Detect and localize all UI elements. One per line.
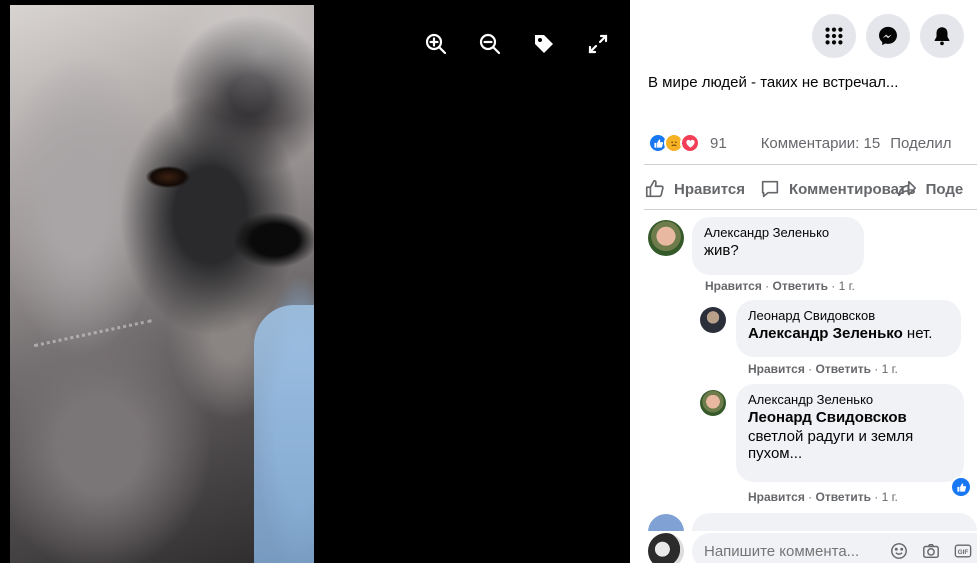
- fullscreen-icon[interactable]: [582, 28, 614, 60]
- post-actions: Нравится Комментировать Поде: [644, 170, 977, 208]
- emoji-icon[interactable]: [888, 540, 910, 562]
- photo-sleeve: [254, 305, 314, 563]
- reply-mention[interactable]: Александр Зеленько: [748, 325, 903, 342]
- top-bar: [630, 0, 977, 70]
- reply-author[interactable]: Александр Зеленько: [748, 392, 952, 407]
- comment-composer: GIF: [644, 531, 977, 563]
- comment-input[interactable]: [704, 533, 884, 563]
- menu-grid-icon[interactable]: [812, 14, 856, 58]
- reply-like-link[interactable]: Нравится: [748, 362, 805, 376]
- zoom-out-icon[interactable]: [474, 28, 506, 60]
- avatar[interactable]: [648, 533, 684, 563]
- photo-schnauzer: [10, 5, 314, 563]
- tag-icon[interactable]: [528, 28, 560, 60]
- post-panel: В мире людей - таких не встречал... 91 К…: [630, 0, 977, 563]
- divider-top: [644, 164, 977, 165]
- reply-time[interactable]: 1 г.: [882, 490, 898, 504]
- svg-text:GIF: GIF: [958, 549, 969, 556]
- like-button-label: Нравится: [674, 180, 746, 198]
- zoom-in-icon[interactable]: [420, 28, 452, 60]
- reply-like-link[interactable]: Нравится: [748, 490, 805, 504]
- photo-collar: [28, 292, 152, 348]
- comment-like-badge[interactable]: [950, 476, 972, 498]
- reply-meta: Нравится · Ответить · 1 г.: [748, 362, 898, 376]
- like-button[interactable]: Нравится: [644, 178, 745, 200]
- reaction-icons[interactable]: [648, 133, 700, 153]
- reactions-count[interactable]: 91: [710, 135, 727, 152]
- reply-text-line1: светлой радуги и земля: [748, 428, 914, 445]
- reactions-summary: 91 Комментарии: 15 Поделил: [648, 131, 977, 155]
- divider-bottom: [644, 209, 977, 210]
- comment-bubble: Александр Зеленько жив?: [692, 217, 864, 275]
- reply-bubble: Александр Зеленько Леонард Свидовсков св…: [736, 384, 964, 482]
- avatar[interactable]: [700, 307, 726, 333]
- reply-text: нет.: [902, 325, 933, 342]
- viewer-toolbar: [420, 28, 614, 60]
- photo-viewer: [0, 0, 630, 563]
- reply-reply-link[interactable]: Ответить: [816, 362, 871, 376]
- comment-input-box: GIF: [692, 533, 977, 563]
- post-caption: В мире людей - таких не встречал...: [648, 74, 899, 91]
- reply-bubble: Леонард Свидовсков Александр Зеленько не…: [736, 300, 961, 357]
- gif-icon[interactable]: GIF: [952, 540, 974, 562]
- reply-author[interactable]: Леонард Свидовсков: [748, 308, 949, 323]
- reply-body: Александр Зеленько нет.: [748, 325, 949, 342]
- reply-mention[interactable]: Леонард Свидовсков: [748, 409, 952, 426]
- camera-icon[interactable]: [920, 540, 942, 562]
- share-button-label: Поде: [925, 180, 964, 198]
- avatar[interactable]: [700, 390, 726, 416]
- love-reaction-icon: [680, 133, 700, 153]
- comment-reply-link[interactable]: Ответить: [773, 279, 828, 293]
- comment-text: жив?: [704, 242, 739, 259]
- avatar[interactable]: [648, 220, 684, 256]
- comment-author[interactable]: Александр Зеленько: [704, 225, 852, 240]
- comment-meta: Нравится · Ответить · 1 г.: [705, 279, 855, 293]
- reply-text-line2: пухом...: [748, 445, 803, 462]
- shares-count[interactable]: Поделил: [890, 135, 951, 152]
- comments-count[interactable]: Комментарии: 15: [761, 135, 881, 152]
- comment-like-link[interactable]: Нравится: [705, 279, 762, 293]
- notifications-icon[interactable]: [920, 14, 964, 58]
- photo-glare: [170, 5, 314, 125]
- share-button[interactable]: Поде: [896, 178, 964, 200]
- comment-button[interactable]: Комментировать: [759, 178, 916, 200]
- reply-reply-link[interactable]: Ответить: [816, 490, 871, 504]
- reply-time[interactable]: 1 г.: [882, 362, 898, 376]
- messenger-icon[interactable]: [866, 14, 910, 58]
- composer-icons: GIF: [888, 540, 974, 562]
- reply-meta: Нравится · Ответить · 1 г.: [748, 490, 898, 504]
- comment-time[interactable]: 1 г.: [839, 279, 855, 293]
- facebook-photo-view: В мире людей - таких не встречал... 91 К…: [0, 0, 977, 563]
